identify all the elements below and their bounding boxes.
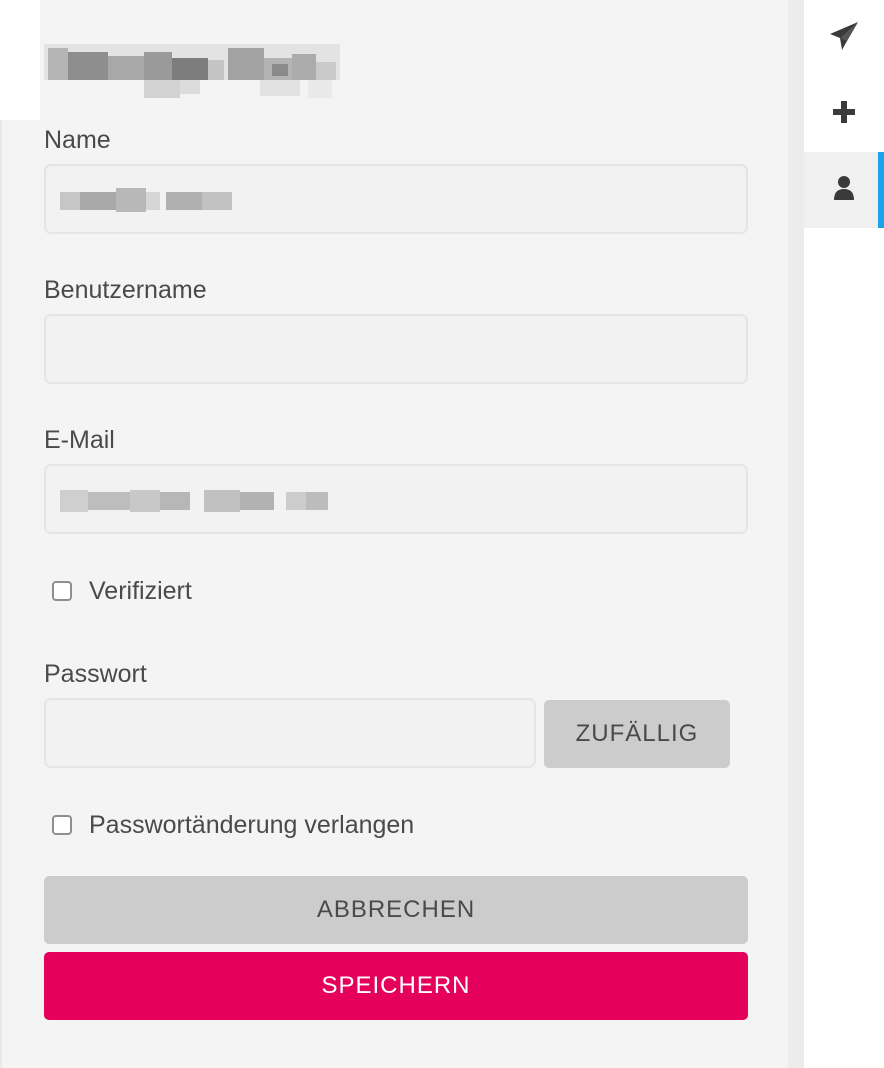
verified-checkbox-row[interactable]: Verifiziert [52,576,192,606]
redacted-fragment [202,192,232,210]
page-title-redacted [44,44,340,100]
panel-corner [0,0,40,120]
name-label: Name [44,126,111,154]
random-password-button[interactable]: ZUFÄLLIG [544,700,730,768]
name-field[interactable] [44,164,748,234]
redacted-fragment [240,492,274,510]
redacted-fragment [116,188,146,212]
verified-checkbox[interactable] [52,581,72,601]
nav-item-send[interactable] [804,0,884,76]
panel-scroll-edge [788,0,804,1068]
redacted-fragment [306,492,328,510]
require-change-label: Passwortänderung verlangen [89,810,415,839]
username-label: Benutzername [44,276,207,304]
verified-label: Verifiziert [89,576,192,605]
email-label: E-Mail [44,426,115,454]
redacted-fragment [130,490,160,512]
password-field[interactable] [44,698,536,768]
redacted-fragment [160,492,190,510]
plus-icon [832,100,856,129]
require-change-checkbox[interactable] [52,815,72,835]
side-navigation [804,0,884,1068]
redacted-fragment [286,492,306,510]
redacted-fragment [80,192,116,210]
save-button[interactable]: SPEICHERN [44,952,748,1020]
redacted-fragment [88,492,130,510]
password-label: Passwort [44,660,147,688]
require-change-checkbox-row[interactable]: Passwortänderung verlangen [52,810,414,840]
cancel-button[interactable]: ABBRECHEN [44,876,748,944]
paper-plane-icon [828,20,860,57]
nav-item-user[interactable] [804,152,884,228]
email-field[interactable] [44,464,748,534]
user-icon [833,175,855,206]
redacted-name-value [60,192,80,210]
redacted-email-value [60,490,88,512]
redacted-fragment [166,192,202,210]
username-field[interactable] [44,314,748,384]
redacted-fragment [204,490,240,512]
nav-item-add[interactable] [804,76,884,152]
redacted-fragment [146,192,160,210]
